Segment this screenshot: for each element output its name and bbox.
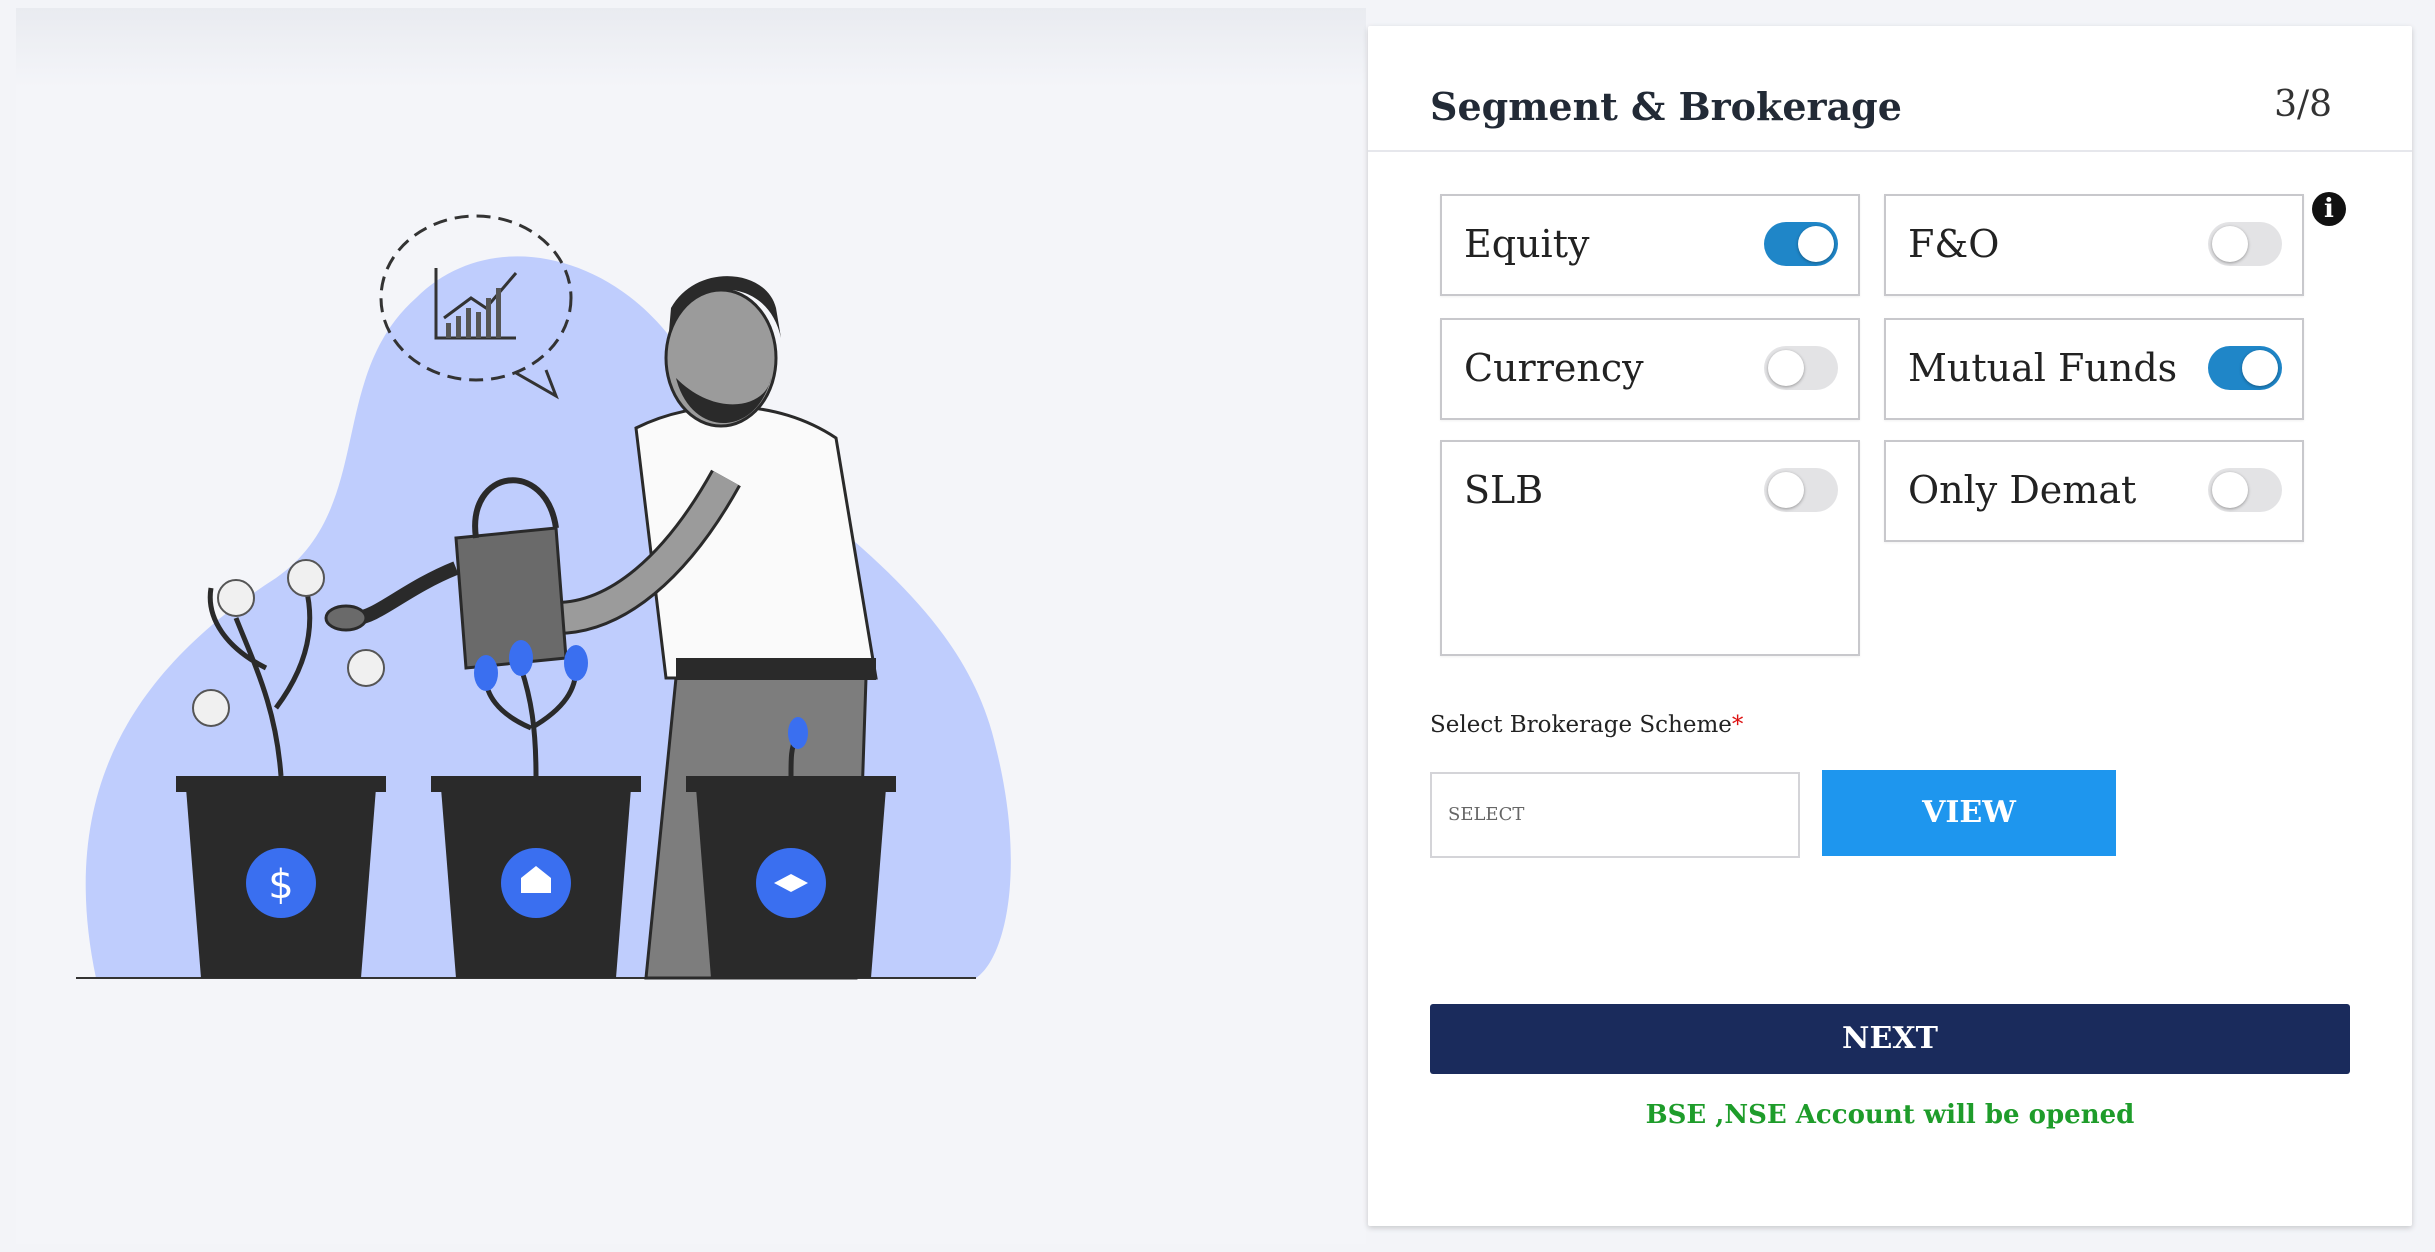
brokerage-scheme-label-text: Select Brokerage Scheme bbox=[1430, 712, 1732, 738]
illustration-panel: $ bbox=[16, 8, 1366, 1244]
segment-currency[interactable]: Currency bbox=[1440, 318, 1860, 420]
slb-toggle[interactable] bbox=[1764, 468, 1838, 512]
step-counter: 3/8 bbox=[2274, 84, 2332, 125]
fno-toggle[interactable] bbox=[2208, 222, 2282, 266]
brokerage-scheme-label: Select Brokerage Scheme* bbox=[1430, 712, 1743, 738]
segment-only-demat[interactable]: Only Demat bbox=[1884, 440, 2304, 542]
required-marker: * bbox=[1731, 712, 1744, 738]
segment-equity[interactable]: Equity bbox=[1440, 194, 1860, 296]
brokerage-scheme-select[interactable]: SELECT bbox=[1430, 772, 1800, 858]
toggle-knob bbox=[1768, 350, 1804, 386]
currency-toggle[interactable] bbox=[1764, 346, 1838, 390]
account-note: BSE ,NSE Account will be opened bbox=[1645, 1100, 2135, 1130]
info-icon[interactable]: i bbox=[2312, 192, 2346, 226]
toggle-knob bbox=[1798, 226, 1834, 262]
card-header: Segment & Brokerage 3/8 bbox=[1368, 26, 2412, 152]
toggle-knob bbox=[2212, 472, 2248, 508]
page: $ Segment & Brokerage 3/8 i Equity F&O C… bbox=[0, 0, 2435, 1252]
only-demat-toggle[interactable] bbox=[2208, 468, 2282, 512]
segment-label: Only Demat bbox=[1908, 468, 2137, 512]
page-title: Segment & Brokerage bbox=[1430, 84, 1902, 129]
segment-label: SLB bbox=[1464, 468, 1544, 512]
investment-illustration: $ bbox=[76, 214, 1011, 980]
mutual-funds-toggle[interactable] bbox=[2208, 346, 2282, 390]
segment-label: Equity bbox=[1464, 222, 1590, 266]
segment-fno[interactable]: F&O bbox=[1884, 194, 2304, 296]
segment-label: Mutual Funds bbox=[1908, 346, 2178, 390]
select-placeholder: SELECT bbox=[1448, 804, 1525, 825]
segment-slb[interactable]: SLB bbox=[1440, 440, 1860, 656]
toggle-knob bbox=[1768, 472, 1804, 508]
segment-mutual-funds[interactable]: Mutual Funds bbox=[1884, 318, 2304, 420]
svg-text:$: $ bbox=[268, 862, 293, 908]
equity-toggle[interactable] bbox=[1764, 222, 1838, 266]
segment-label: Currency bbox=[1464, 346, 1644, 390]
toggle-knob bbox=[2212, 226, 2248, 262]
next-button[interactable]: NEXT bbox=[1430, 1004, 2350, 1074]
segment-label: F&O bbox=[1908, 222, 2000, 266]
view-button[interactable]: VIEW bbox=[1822, 770, 2116, 856]
toggle-knob bbox=[2242, 350, 2278, 386]
